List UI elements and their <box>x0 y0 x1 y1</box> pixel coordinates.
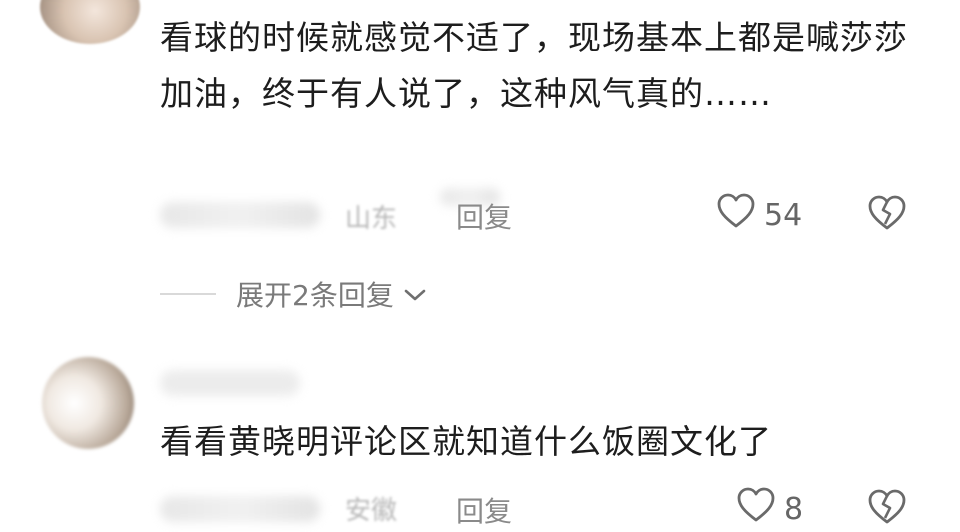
avatar[interactable] <box>40 0 140 44</box>
expand-replies-label: 展开2条回复 <box>236 279 394 312</box>
like-count: 8 <box>784 491 804 527</box>
like-button[interactable]: 54 <box>716 192 802 238</box>
dislike-button[interactable] <box>866 488 908 530</box>
divider-line <box>160 293 216 295</box>
expand-replies-button[interactable]: 展开2条回复 <box>160 274 428 314</box>
comment-location: 山东 <box>345 204 398 234</box>
chevron-down-icon <box>402 278 428 311</box>
blurred-username <box>160 202 320 228</box>
heart-outline-icon <box>716 192 756 238</box>
broken-heart-icon <box>866 194 908 236</box>
comment-location: 安徽 <box>345 496 398 526</box>
avatar[interactable] <box>42 357 134 449</box>
broken-heart-icon <box>866 488 908 530</box>
reply-button[interactable]: 回复 <box>456 490 512 530</box>
comment-text: 看球的时候就感觉不适了，现场基本上都是喊莎莎加油，终于有人说了，这种风气真的…… <box>160 18 908 113</box>
heart-outline-icon <box>736 486 776 532</box>
dislike-button[interactable] <box>866 194 908 236</box>
blurred-username <box>160 370 300 396</box>
reply-button[interactable]: 回复 <box>456 196 512 236</box>
like-count: 54 <box>764 197 803 233</box>
like-button[interactable]: 8 <box>736 486 803 532</box>
blurred-username <box>160 496 320 522</box>
comment-text: 看看黄晓明评论区就知道什么饭圈文化了 <box>160 422 772 461</box>
